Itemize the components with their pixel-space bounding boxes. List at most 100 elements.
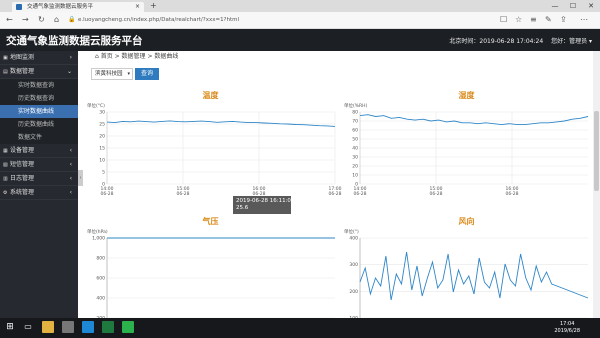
map-icon: ▣	[3, 55, 8, 61]
y-tick-label: 5	[102, 170, 105, 176]
taskbar: ⊞ ▭ 17:04 2019/6/28	[0, 318, 600, 338]
file-explorer-icon[interactable]	[42, 321, 54, 333]
device-icon: ▦	[3, 148, 8, 154]
y-tick-label: 400	[349, 236, 358, 242]
windows-start-icon[interactable]: ⊞	[4, 321, 16, 333]
data-icon: ▤	[3, 69, 8, 75]
y-tick-label: 200	[349, 289, 358, 295]
scrollbar-thumb[interactable]	[594, 111, 599, 191]
lock-icon: 🔒	[68, 16, 76, 23]
y-tick-label: 50	[352, 137, 358, 143]
series-line[interactable]	[106, 120, 336, 127]
y-tick-label: 25	[99, 122, 105, 128]
sidebar-subitem-realtime-query[interactable]: 实时数据查询	[0, 79, 78, 92]
tab-close-icon[interactable]: ×	[135, 2, 140, 12]
y-tick-label: 400	[96, 296, 105, 302]
x-tick-label: 06-28	[353, 191, 366, 197]
browser-tab-strip: 交通气象监测数据云服务平 × + — ☐ ✕	[0, 0, 600, 12]
back-icon[interactable]: ←	[6, 15, 13, 25]
app-icon[interactable]	[62, 321, 74, 333]
y-tick-label: 600	[96, 276, 105, 282]
tooltip-value: 25.6	[236, 205, 249, 211]
y-tick-label: 40	[352, 146, 358, 152]
home-icon[interactable]: ⌂	[54, 15, 59, 25]
page-scrollbar[interactable]	[593, 51, 600, 318]
y-tick-label: 60	[352, 128, 358, 134]
browser-tab[interactable]: 交通气象监测数据云服务平 ×	[12, 2, 144, 12]
sidebar-subitem-realtime-curve[interactable]: 实时数据曲线	[0, 105, 78, 118]
url-field[interactable]: e.luoyangcheng.cn/index.php/Data/realcha…	[78, 15, 468, 26]
wechat-icon[interactable]	[122, 321, 134, 333]
chart-panel: 气压单位(hPa)1,000800600400200	[83, 217, 338, 322]
taskbar-date: 2019/6/28	[554, 328, 580, 334]
chevron-right-icon: ›	[69, 54, 72, 61]
sidebar-item-system[interactable]: ⚙ 系统管理 ‹	[0, 186, 78, 200]
chevron-left-icon: ‹	[69, 189, 72, 196]
x-tick-label: 06-28	[505, 191, 518, 197]
app-header: 交通气象监测数据云服务平台 北京时间：2019-06-28 17:04:24 您…	[0, 29, 600, 51]
chart-panel: 湿度 单位(%RH) 80 70 60 50 40 30 20 10 0 14:00 06-28 15:0…	[340, 91, 593, 204]
chart-svg: 30252015105014:0006-2815:0006-2816:0006-…	[99, 110, 341, 198]
chevron-left-icon: ‹	[69, 175, 72, 182]
series-line[interactable]	[359, 251, 589, 301]
minimize-button[interactable]: —	[546, 0, 564, 12]
y-tick-label: 300	[349, 262, 358, 268]
sidebar: ▣ 地图监测 › ▤ 数据管理 ⌄ 实时数据查询 历史数据查询 实时数据曲线 历史数据曲…	[0, 51, 78, 318]
task-view-icon[interactable]: ▭	[22, 321, 34, 333]
sidebar-subitem-data-files[interactable]: 数据文件	[0, 131, 78, 144]
sidebar-item-devices[interactable]: ▦ 设备管理 ‹	[0, 144, 78, 158]
share-icon[interactable]: ⇪	[560, 15, 567, 25]
sidebar-subitem-history-curve[interactable]: 历史数据曲线	[0, 118, 78, 131]
refresh-icon[interactable]: ↻	[38, 15, 45, 25]
sidebar-item-data[interactable]: ▤ 数据管理 ⌄	[0, 65, 78, 79]
y-tick-label: 30	[99, 110, 105, 116]
clock-label: 北京时间：2019-06-28 17:04:24	[449, 38, 544, 45]
sidebar-item-map[interactable]: ▣ 地图监测 ›	[0, 51, 78, 65]
app-title: 交通气象监测数据云服务平台	[6, 35, 143, 47]
series-line[interactable]	[359, 114, 589, 126]
favicon-icon	[16, 4, 22, 10]
y-tick-label: 20	[99, 134, 105, 140]
y-tick-label: 80	[352, 110, 358, 116]
chevron-left-icon: ‹	[69, 147, 72, 154]
x-tick-label: 06-28	[429, 191, 442, 197]
station-select[interactable]: 滨黄科技园 ▾	[91, 68, 133, 80]
y-tick-label: 10	[99, 158, 105, 164]
header-right: 北京时间：2019-06-28 17:04:24 您好：管理员 ▾	[449, 36, 592, 45]
breadcrumb: ⌂ 首页 > 数据管理 > 数据曲线	[95, 53, 179, 60]
tooltip-time: 2019-06-28 16:11:00	[236, 198, 295, 204]
excel-icon[interactable]	[102, 321, 114, 333]
reading-mode-icon[interactable]: ☐	[500, 15, 507, 25]
sidebar-subitem-history-query[interactable]: 历史数据查询	[0, 92, 78, 105]
new-tab-button[interactable]: +	[150, 1, 157, 10]
favorites-list-icon[interactable]: ≡	[530, 15, 537, 25]
sidebar-item-logs[interactable]: ▥ 日志管理 ‹	[0, 172, 78, 186]
chart-svg: 1,000800600400200	[92, 236, 335, 322]
more-menu-icon[interactable]: ⋯	[580, 15, 588, 25]
taskbar-clock: 17:04 2019/6/28	[554, 321, 580, 335]
sidebar-item-sms[interactable]: ▧ 短信管理 ‹	[0, 158, 78, 172]
favorite-star-icon[interactable]: ☆	[515, 15, 522, 25]
maximize-button[interactable]: ☐	[564, 0, 582, 12]
edge-browser-icon[interactable]	[82, 321, 94, 333]
y-tick-label: 30	[352, 155, 358, 161]
y-tick-label: 20	[352, 164, 358, 170]
y-tick-label: 15	[99, 146, 105, 152]
close-window-button[interactable]: ✕	[582, 0, 600, 12]
y-tick-label: 800	[96, 256, 105, 262]
user-menu[interactable]: 您好：管理员 ▾	[551, 38, 592, 45]
chevron-left-icon: ‹	[69, 161, 72, 168]
chart-panel: 风向单位(°)400300200100	[340, 217, 593, 322]
forward-icon[interactable]: →	[22, 15, 29, 25]
tab-title: 交通气象监测数据云服务平	[27, 4, 94, 10]
notes-icon[interactable]: ✎	[545, 15, 552, 25]
gear-icon: ⚙	[3, 190, 8, 196]
address-bar: ← → ↻ ⌂ 🔒 e.luoyangcheng.cn/index.php/Da…	[0, 12, 600, 29]
query-button[interactable]: 查询	[135, 68, 159, 80]
x-tick-label: 06-28	[176, 191, 189, 197]
y-tick-label: 10	[352, 173, 358, 179]
log-icon: ▥	[3, 176, 8, 182]
chevron-down-icon: ▾	[127, 71, 130, 77]
y-tick-label: 1,000	[92, 236, 105, 242]
chart-tooltip: 2019-06-28 16:11:00 25.6	[233, 196, 295, 214]
